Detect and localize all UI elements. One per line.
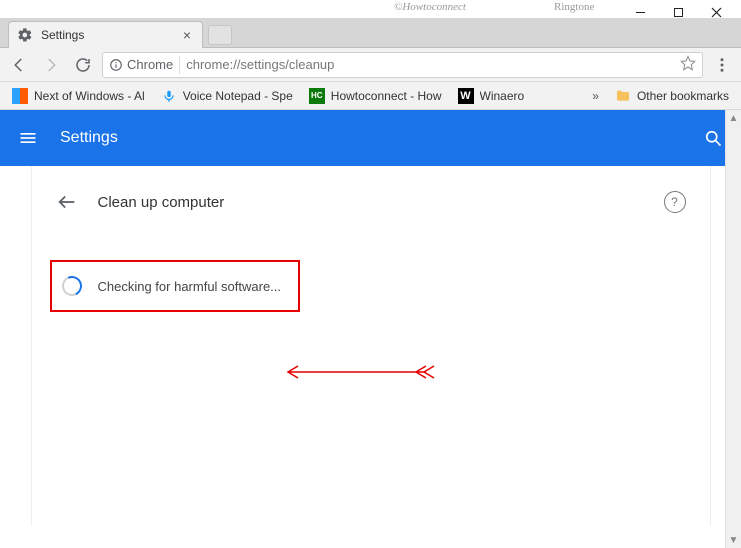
omnibox-divider (179, 56, 180, 74)
nav-reload-button[interactable] (70, 52, 96, 78)
browser-tab[interactable]: Settings × (8, 21, 203, 48)
security-chip-label: Chrome (127, 57, 173, 72)
cleanup-status-text: Checking for harmful software... (98, 279, 282, 294)
bookmark-favicon (12, 88, 28, 104)
app-bar-title: Settings (60, 129, 118, 147)
nav-forward-button[interactable] (38, 52, 64, 78)
gear-icon (17, 27, 33, 43)
bookmark-item[interactable]: HC Howtoconnect - How (303, 86, 448, 106)
bookmark-favicon: W (458, 88, 474, 104)
page-title: Clean up computer (98, 194, 225, 211)
bookmark-label: Howtoconnect - How (331, 89, 442, 103)
bookmark-label: Winaero (480, 89, 525, 103)
vertical-scrollbar[interactable]: ▲ ▼ (725, 110, 741, 548)
settings-page: Clean up computer ? Checking for harmful… (31, 166, 711, 526)
watermark-text: ©Howtoconnect (394, 1, 466, 13)
tab-strip: Settings × (0, 18, 741, 48)
bookmark-item[interactable]: Voice Notepad - Spe (155, 86, 299, 106)
bookmark-label: Next of Windows - Al (34, 89, 145, 103)
settings-app-bar: Settings (0, 110, 741, 166)
spinner-icon (59, 273, 85, 299)
page-content: Settings Clean up computer ? Checking fo… (0, 110, 741, 548)
bookmark-favicon: HC (309, 88, 325, 104)
help-icon[interactable]: ? (664, 191, 686, 213)
bookmarks-bar: Next of Windows - Al Voice Notepad - Spe… (0, 82, 741, 110)
cleanup-status-box: Checking for harmful software... (50, 260, 300, 312)
folder-icon (615, 88, 631, 104)
nav-back-button[interactable] (6, 52, 32, 78)
url-text: chrome://settings/cleanup (186, 57, 674, 72)
scroll-up-icon[interactable]: ▲ (726, 110, 741, 126)
bookmark-label: Voice Notepad - Spe (183, 89, 293, 103)
scroll-down-icon[interactable]: ▼ (726, 532, 741, 548)
other-bookmarks-folder[interactable]: Other bookmarks (609, 86, 735, 106)
tab-title: Settings (41, 28, 172, 42)
bookmarks-overflow-button[interactable]: » (586, 89, 605, 103)
hamburger-menu-icon[interactable] (16, 126, 40, 150)
annotation-arrow (276, 362, 436, 382)
page-back-button[interactable] (56, 191, 78, 213)
other-bookmarks-label: Other bookmarks (637, 89, 729, 103)
bookmark-item[interactable]: Next of Windows - Al (6, 86, 151, 106)
bookmark-star-icon[interactable] (680, 55, 696, 74)
microphone-icon (161, 88, 177, 104)
new-tab-button[interactable] (208, 25, 232, 45)
search-icon[interactable] (701, 126, 725, 150)
browser-toolbar: Chrome chrome://settings/cleanup (0, 48, 741, 82)
security-chip: Chrome (109, 57, 173, 72)
address-bar[interactable]: Chrome chrome://settings/cleanup (102, 52, 703, 78)
watermark-text-2: Ringtone (554, 1, 594, 13)
tab-close-icon[interactable]: × (180, 28, 194, 42)
browser-menu-button[interactable] (709, 52, 735, 78)
bookmark-item[interactable]: W Winaero (452, 86, 531, 106)
